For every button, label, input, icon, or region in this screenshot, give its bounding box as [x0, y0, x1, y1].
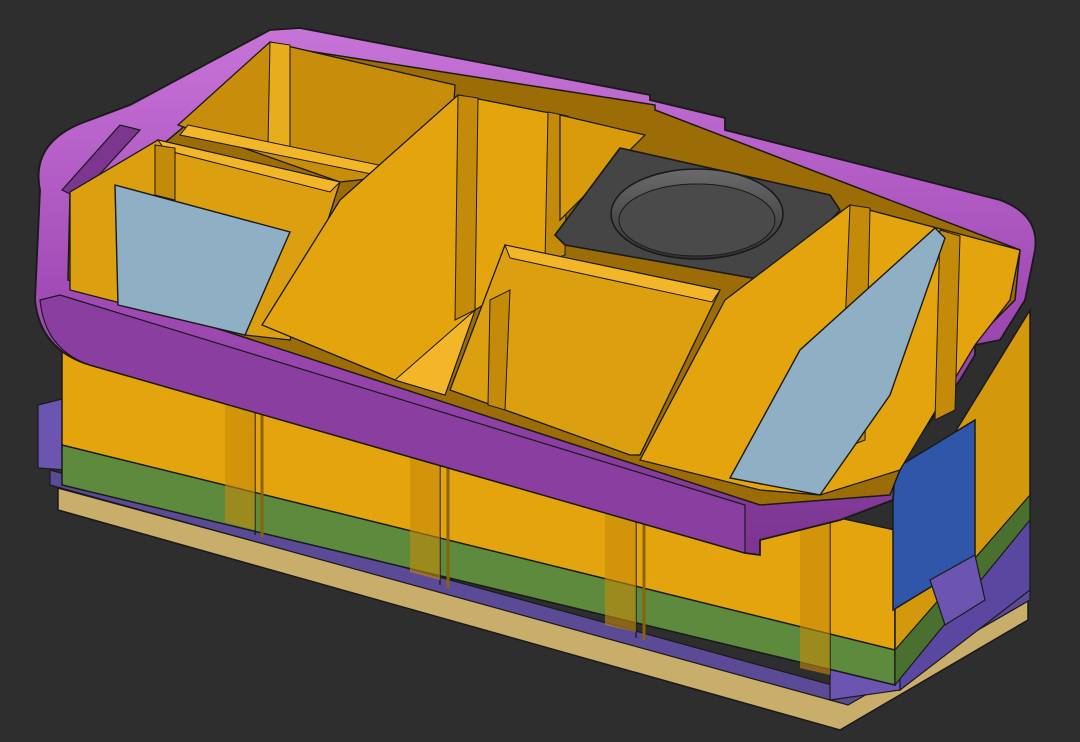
storage-tray-model[interactable] [0, 0, 1080, 742]
cad-viewport[interactable] [0, 0, 1080, 742]
